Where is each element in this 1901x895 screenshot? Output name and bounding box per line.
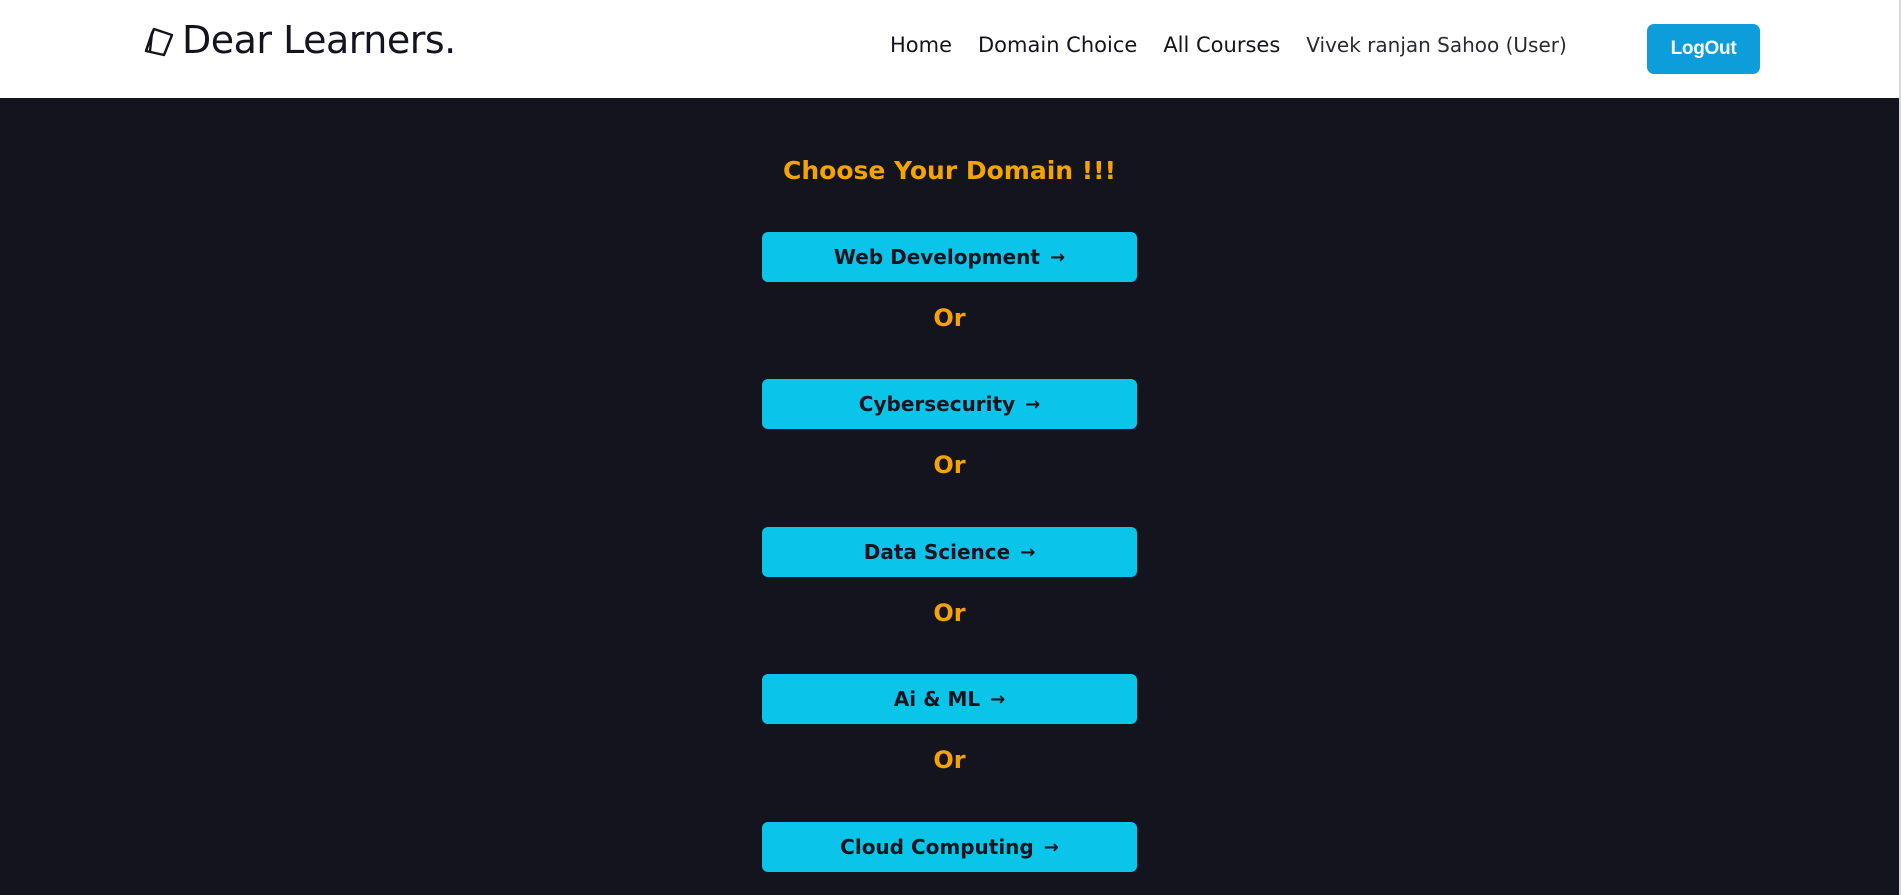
- or-separator: Or: [933, 599, 966, 627]
- or-separator: Or: [933, 746, 966, 774]
- brand[interactable]: Dear Learners.: [142, 18, 456, 62]
- user-name: Vivek ranjan Sahoo (User): [1306, 33, 1567, 57]
- nav-links: Home Domain Choice All Courses Vivek ran…: [890, 33, 1567, 57]
- arrow-right-icon: →: [990, 688, 1006, 710]
- arrow-right-icon: →: [1020, 541, 1036, 563]
- or-separator: Or: [933, 304, 966, 332]
- domain-button-label: Cybersecurity: [858, 392, 1016, 416]
- nav-domain-choice[interactable]: Domain Choice: [978, 33, 1137, 57]
- brand-name: Dear Learners.: [182, 18, 456, 62]
- domain-button-label: Data Science: [863, 540, 1011, 564]
- arrow-right-icon: →: [1043, 836, 1059, 858]
- domain-button-label: Web Development: [833, 245, 1040, 269]
- arrow-right-icon: →: [1025, 393, 1041, 415]
- book-icon: [142, 23, 176, 57]
- nav-all-courses[interactable]: All Courses: [1163, 33, 1280, 57]
- domain-button-data-science[interactable]: Data Science →: [762, 527, 1137, 577]
- domain-button-ai-ml[interactable]: Ai & ML →: [762, 674, 1137, 724]
- main-content: Choose Your Domain !!! Web Development →…: [0, 98, 1899, 895]
- domain-button-label: Cloud Computing: [840, 835, 1034, 859]
- navbar: Dear Learners. Home Domain Choice All Co…: [0, 0, 1901, 98]
- nav-home[interactable]: Home: [890, 33, 952, 57]
- domain-button-web-development[interactable]: Web Development →: [762, 232, 1137, 282]
- or-separator: Or: [933, 451, 966, 479]
- page-title: Choose Your Domain !!!: [783, 156, 1116, 185]
- domain-button-label: Ai & ML: [893, 687, 981, 711]
- domain-button-cybersecurity[interactable]: Cybersecurity →: [762, 379, 1137, 429]
- domain-button-cloud-computing[interactable]: Cloud Computing →: [762, 822, 1137, 872]
- logout-button[interactable]: LogOut: [1647, 24, 1760, 74]
- arrow-right-icon: →: [1049, 246, 1066, 268]
